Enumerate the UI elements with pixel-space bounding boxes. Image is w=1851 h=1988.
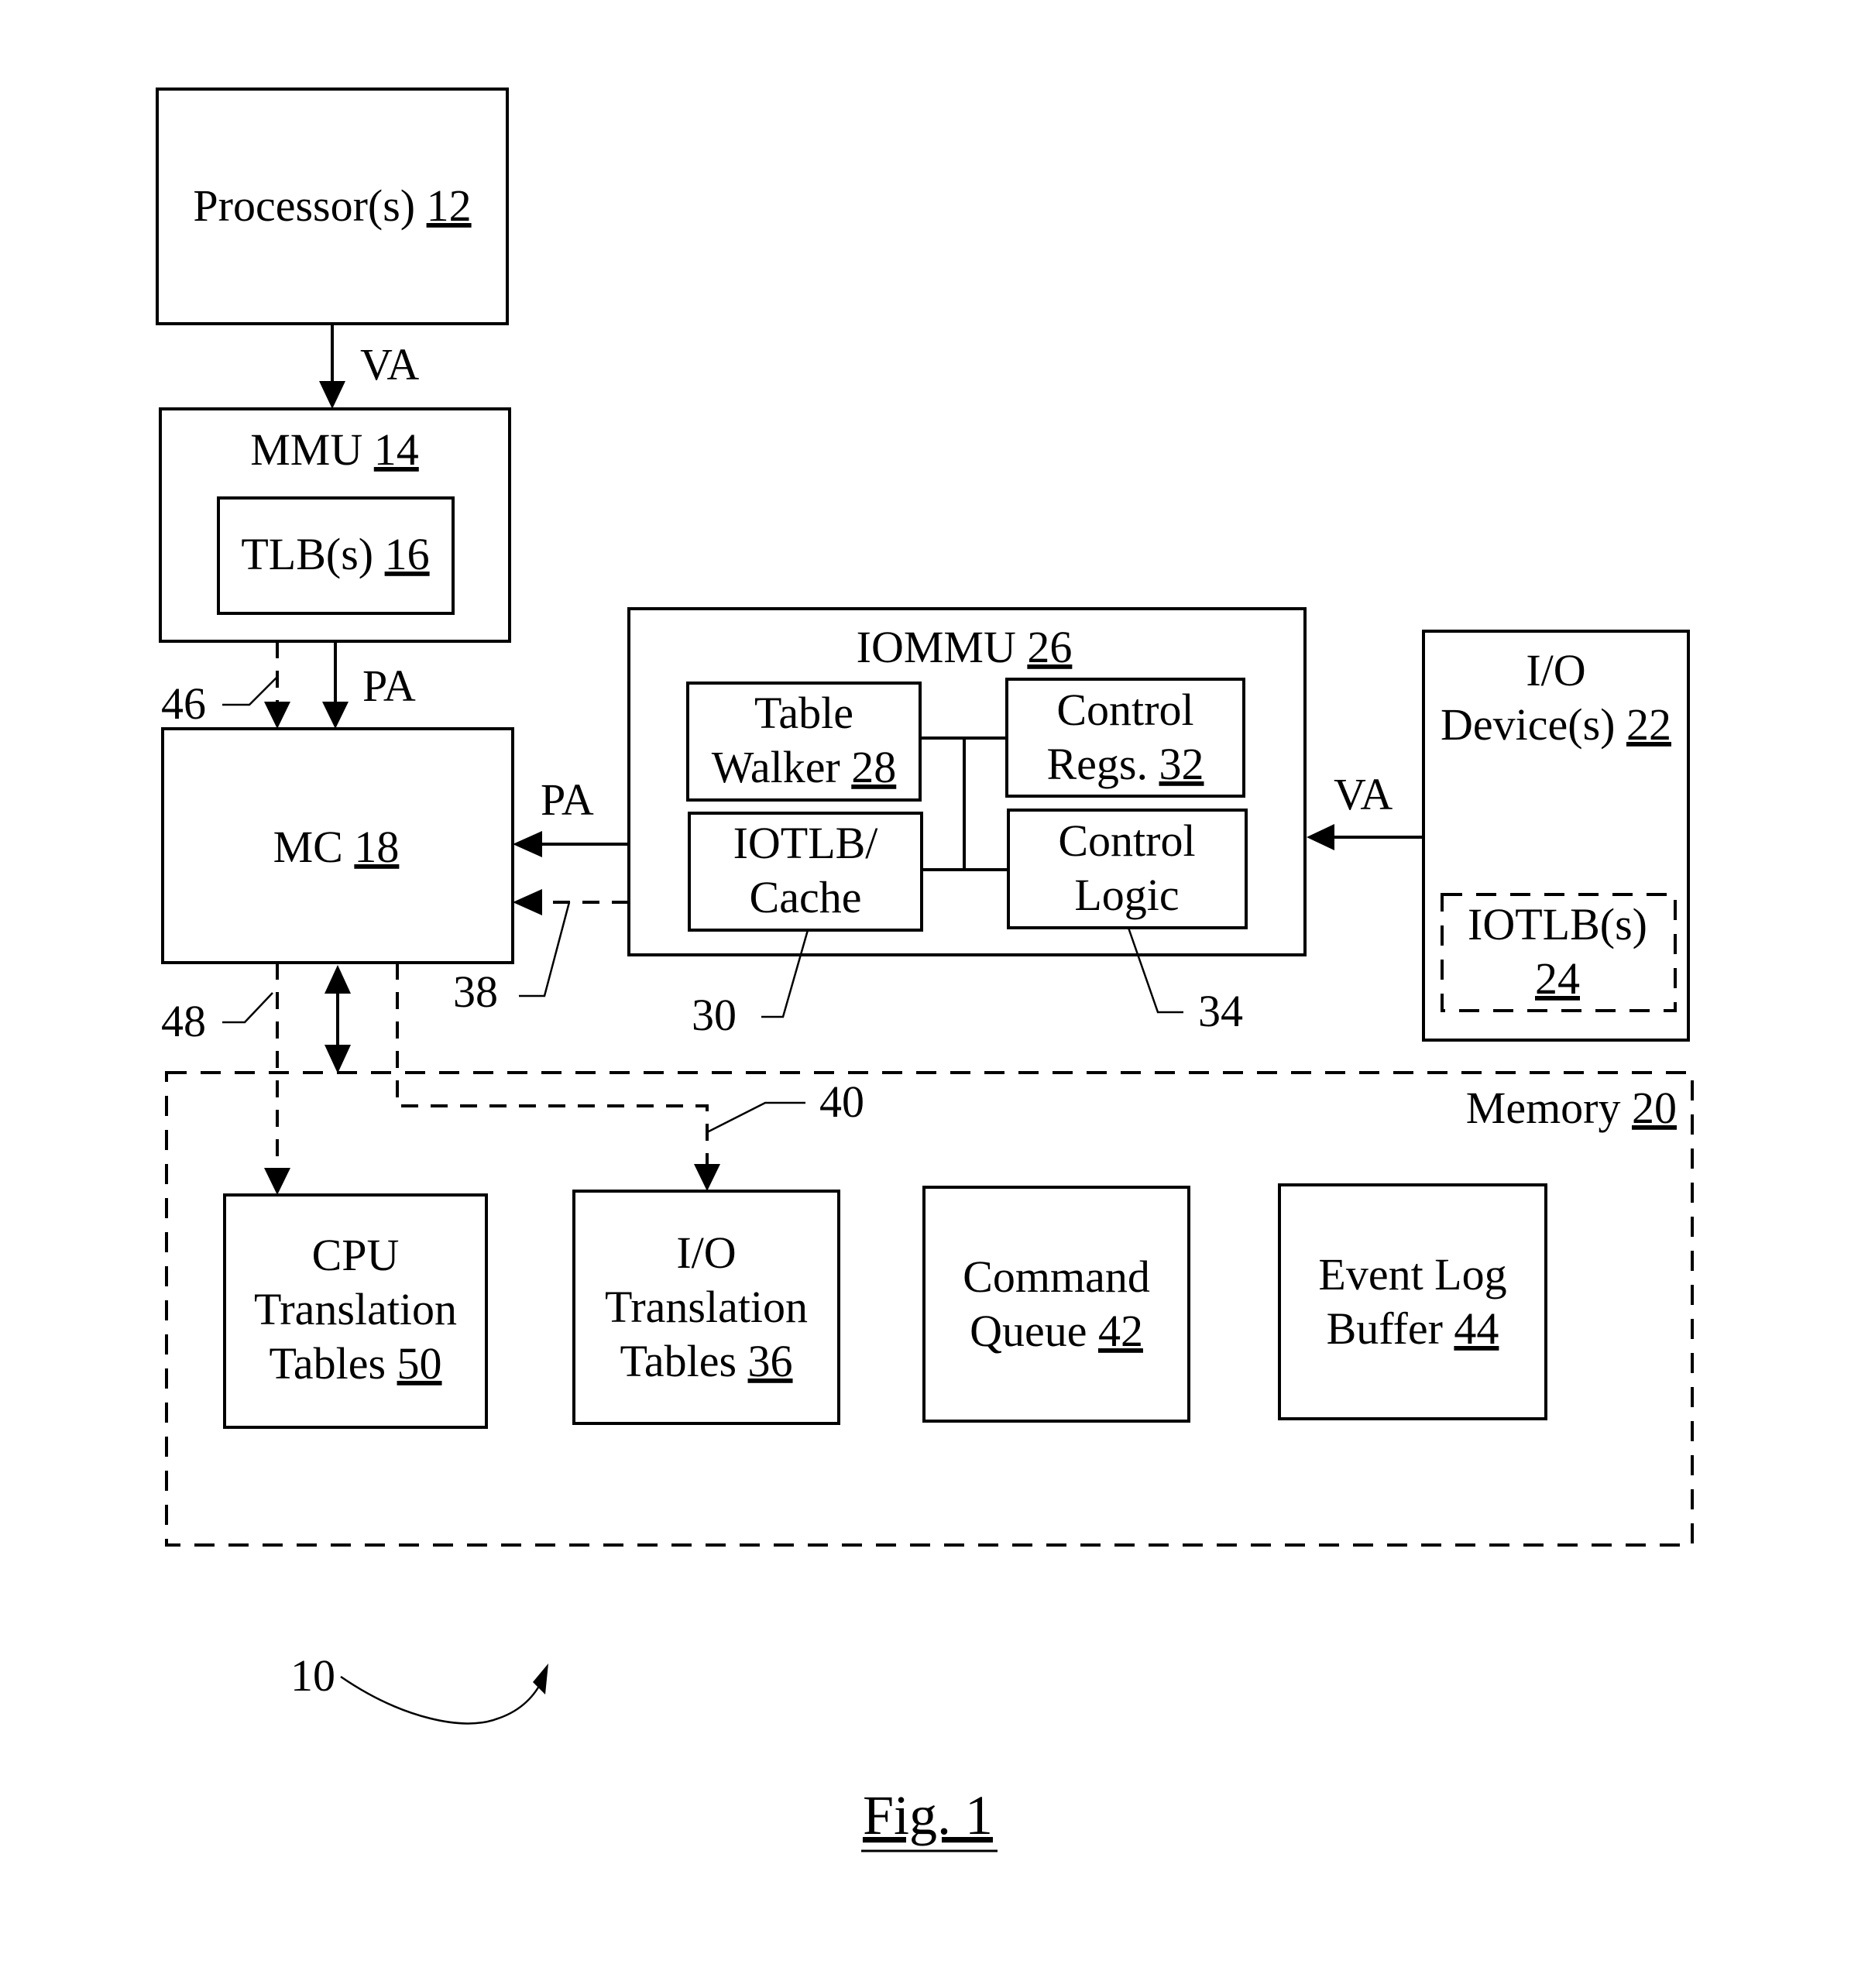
arrowhead-icon: [319, 381, 345, 409]
event-log-buffer-box: [1278, 1183, 1547, 1420]
cpu-tt-line1: CPU: [312, 1230, 400, 1280]
callouts-30-34: 30 34: [692, 927, 1243, 1040]
callout-48: 48: [161, 996, 206, 1046]
patent-figure: Processor(s) 12 VA MMU 14 TLB(s) 16 PA 4…: [0, 0, 1851, 1988]
cpu-tt-line3: Tables 50: [269, 1338, 441, 1389]
arrowhead-icon: [322, 702, 349, 729]
callout-46: 46: [161, 678, 206, 729]
arrowhead-icon: [1307, 824, 1334, 850]
control-regs-line2: Regs. 32: [1047, 739, 1204, 789]
io-tt-line3: Tables 36: [620, 1336, 792, 1386]
table-walker-line2: Walker 28: [712, 742, 897, 792]
mc-text: MC 18: [273, 822, 400, 872]
arrowhead-icon: [513, 889, 542, 915]
mc-to-memory-connections: 48 40: [161, 963, 864, 1195]
figure-caption: Fig. 1: [863, 1784, 993, 1846]
callout-40: 40: [819, 1076, 864, 1127]
processor-text: Processor(s) 12: [193, 180, 471, 231]
arrowhead-icon: [533, 1664, 548, 1694]
signal-label-va-1: VA: [360, 339, 419, 390]
block-diagram: Processor(s) 12 VA MMU 14 TLB(s) 16 PA 4…: [156, 88, 1694, 1852]
signal-label-va-2: VA: [1334, 769, 1393, 819]
io-device-line2: Device(s) 22: [1441, 699, 1671, 750]
io-tt-line1: I/O: [676, 1227, 736, 1278]
va-arrow-io-iommu: VA: [1307, 769, 1423, 850]
arrowhead-icon: [264, 1168, 290, 1195]
iommu-internal-bus: [920, 736, 1008, 871]
arrowhead-icon: [513, 831, 542, 857]
mmu-to-mc-connections: PA 46: [161, 641, 416, 729]
tlb-text: TLB(s) 16: [241, 529, 429, 579]
io-tt-line2: Translation: [605, 1282, 808, 1332]
mmu-text: MMU 14: [250, 424, 419, 475]
callout-leader-34: [1127, 927, 1183, 1014]
system-ref-curve: [340, 1675, 544, 1725]
command-queue-line2: Queue 42: [970, 1306, 1143, 1356]
arrowhead-icon: [264, 702, 290, 729]
cpu-tt-line2: Translation: [254, 1284, 457, 1334]
callout-leader-48: [222, 992, 273, 1024]
command-queue-box: [922, 1186, 1190, 1423]
io-tlbs-line1: IOTLB(s): [1468, 899, 1647, 949]
control-logic-line2: Logic: [1074, 870, 1179, 920]
table-walker-line1: Table: [754, 688, 853, 738]
io-device-block: I/O Device(s) 22 IOTLB(s) 24: [1422, 630, 1690, 1042]
callout-leader-46: [222, 676, 278, 706]
iommu-text: IOMMU 26: [857, 622, 1073, 672]
dashed-walk-line-40: [396, 963, 709, 1164]
control-regs-line1: Control: [1056, 685, 1193, 735]
processor-block: Processor(s) 12: [156, 88, 509, 325]
arrowhead-icon: [694, 1164, 720, 1191]
iommu-to-mc-connections: PA 38: [453, 774, 629, 1017]
iotlb-cache-line2: Cache: [750, 872, 862, 922]
io-tlbs-ref: 24: [1535, 953, 1580, 1004]
callout-leader-30: [761, 929, 809, 1018]
event-log-line2: Buffer 44: [1327, 1303, 1499, 1354]
control-logic-line1: Control: [1058, 815, 1195, 866]
callout-leader-38: [519, 901, 571, 997]
event-log-line1: Event Log: [1318, 1249, 1506, 1300]
io-device-line1: I/O: [1526, 645, 1585, 695]
callout-38: 38: [453, 967, 498, 1017]
iommu-block: IOMMU 26 Table Walker 28 Control Regs. 3…: [627, 607, 1307, 956]
memory-block: Memory 20 CPU Translation Tables 50 I/O …: [165, 1071, 1694, 1547]
arrowhead-down-icon: [325, 1045, 351, 1073]
callout-34: 34: [1198, 986, 1243, 1036]
system-reference: 10: [290, 1650, 548, 1725]
mc-block: MC 18: [161, 727, 514, 964]
arrowhead-up-icon: [325, 965, 351, 994]
iotlb-cache-line1: IOTLB/: [733, 818, 879, 868]
memory-text: Memory 20: [1466, 1083, 1677, 1133]
va-arrow-processor-mmu: VA: [319, 324, 419, 409]
system-ref-number: 10: [290, 1650, 335, 1701]
signal-label-pa-2: PA: [541, 774, 594, 825]
callout-leader-40: [706, 1101, 805, 1134]
command-queue-line1: Command: [963, 1252, 1150, 1302]
mmu-block: MMU 14 TLB(s) 16: [159, 407, 511, 643]
callout-30: 30: [692, 990, 737, 1040]
signal-label-pa-1: PA: [362, 661, 416, 711]
